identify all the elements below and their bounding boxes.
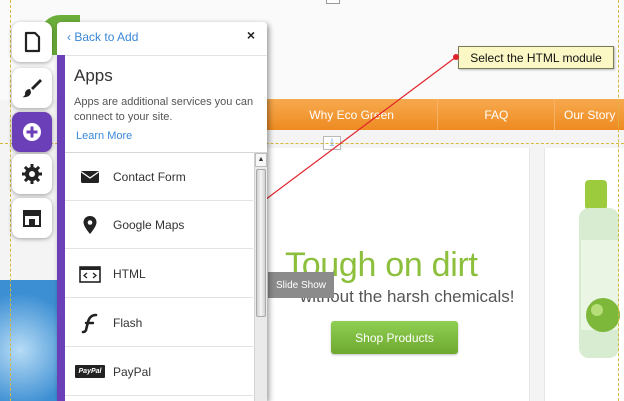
- panel-description: Apps are additional services you can con…: [74, 96, 254, 123]
- scroll-up-arrow-icon[interactable]: ▲: [255, 153, 267, 167]
- guide-line-right: [618, 0, 619, 401]
- toolbar-design-button[interactable]: [12, 68, 52, 108]
- guide-line-left: [10, 0, 11, 401]
- app-label: HTML: [113, 266, 146, 281]
- app-item-google-maps[interactable]: Google Maps: [65, 201, 253, 249]
- toolbar-add-button[interactable]: [12, 112, 52, 152]
- toolbar-market-button[interactable]: [12, 198, 52, 238]
- gear-icon: [22, 164, 42, 184]
- apps-list-scrollbar[interactable]: ▲: [254, 153, 267, 401]
- detergent-bottle-image: [579, 180, 620, 358]
- app-label: Google Maps: [113, 217, 185, 232]
- panel-header-divider: [65, 55, 267, 56]
- back-to-add-link[interactable]: ‹ Back to Add: [67, 30, 138, 44]
- app-item-paypal[interactable]: PayPal PayPal: [65, 348, 253, 396]
- top-edge-handle[interactable]: [326, 0, 340, 4]
- map-pin-icon: [79, 214, 101, 236]
- paintbrush-icon: [22, 79, 42, 98]
- apps-list: Contact Form Google Maps HTML Flash PayP…: [65, 153, 253, 401]
- shop-products-button[interactable]: Shop Products: [331, 321, 458, 354]
- close-button[interactable]: ×: [243, 27, 259, 43]
- toolbar-pages-button[interactable]: [12, 22, 52, 62]
- envelope-icon: [79, 166, 101, 188]
- nav-item-why-eco-green[interactable]: Why Eco Green: [266, 99, 439, 130]
- store-icon: [23, 210, 41, 227]
- html-code-icon: [79, 263, 101, 285]
- instruction-callout: Select the HTML module: [458, 46, 614, 69]
- panel-title: Apps: [74, 66, 113, 85]
- nav-item-our-story[interactable]: Our Story: [555, 99, 624, 130]
- scroll-thumb[interactable]: [256, 169, 266, 317]
- flash-icon: [79, 312, 101, 334]
- apps-panel: ‹ Back to Add × Apps Apps are additional…: [57, 22, 267, 401]
- slideshow-label[interactable]: Slide Show: [268, 272, 334, 298]
- water-splash-image: [0, 280, 60, 401]
- app-item-html[interactable]: HTML: [65, 250, 253, 298]
- plus-icon: [23, 123, 41, 141]
- app-label: Contact Form: [113, 169, 186, 184]
- panel-accent-bar: [57, 55, 65, 401]
- learn-more-link[interactable]: Learn More: [76, 130, 132, 142]
- paypal-icon: PayPal: [75, 361, 105, 383]
- site-nav-bar: Why Eco Green FAQ Our Story: [266, 99, 624, 130]
- back-label: Back to Add: [74, 30, 139, 44]
- nav-item-faq[interactable]: FAQ: [438, 99, 556, 130]
- page-icon: [24, 31, 41, 53]
- app-item-contact-form[interactable]: Contact Form: [65, 153, 253, 201]
- paypal-badge: PayPal: [75, 365, 105, 378]
- app-item-flash[interactable]: Flash: [65, 299, 253, 347]
- app-label: Flash: [113, 315, 143, 330]
- toolbar-settings-button[interactable]: [12, 154, 52, 194]
- app-label: PayPal: [113, 364, 152, 379]
